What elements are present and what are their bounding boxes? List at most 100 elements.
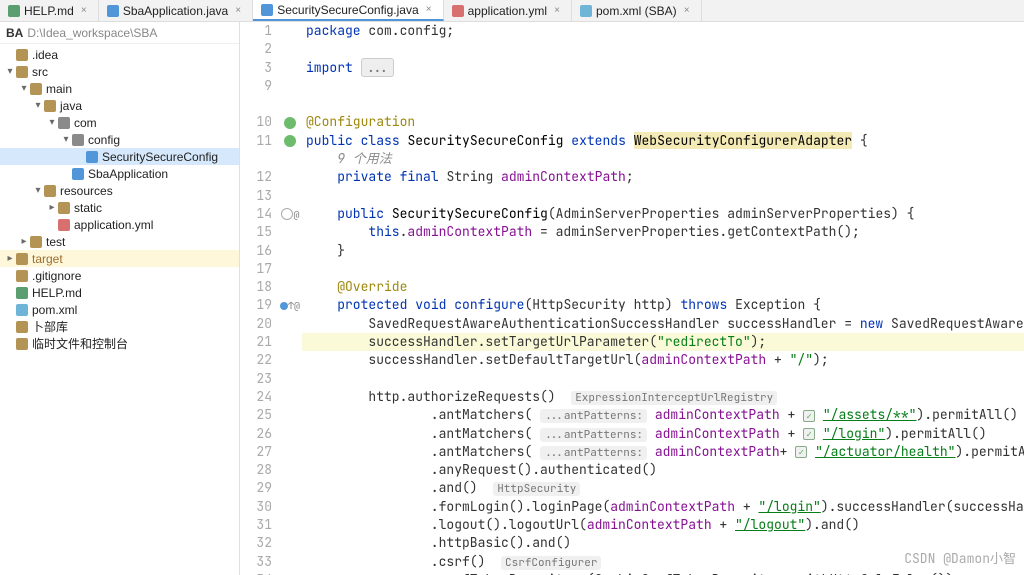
tree-item-label: pom.xml xyxy=(32,303,77,317)
tree-item-label: SecuritySecureConfig xyxy=(102,150,218,164)
tab-pom-xml-sba-[interactable]: pom.xml (SBA)× xyxy=(572,0,702,21)
gutter-icon-slot xyxy=(278,40,302,58)
code-line[interactable] xyxy=(306,187,1024,205)
tree-item--[interactable]: 卜部库 xyxy=(0,318,239,335)
line-number: 18 xyxy=(246,278,272,296)
class-icon xyxy=(86,151,98,163)
gutter-icon-slot xyxy=(278,187,302,205)
tree-item-test[interactable]: ▸test xyxy=(0,233,239,250)
code-line[interactable]: .antMatchers( ...antPatterns: adminConte… xyxy=(306,406,1024,424)
tab-securitysecureconfig-java[interactable]: SecuritySecureConfig.java× xyxy=(253,0,443,21)
expand-icon[interactable]: ▾ xyxy=(46,117,58,128)
expand-icon[interactable]: ▾ xyxy=(32,100,44,111)
code-line[interactable]: private final String adminContextPath; xyxy=(306,168,1024,186)
code-line[interactable]: .httpBasic().and() xyxy=(306,534,1024,552)
expand-icon[interactable]: ▾ xyxy=(60,134,72,145)
expand-icon[interactable]: ▸ xyxy=(4,253,16,264)
close-icon[interactable]: × xyxy=(78,5,90,16)
code-line[interactable] xyxy=(306,77,1024,95)
tab-sbaapplication-java[interactable]: SbaApplication.java× xyxy=(99,0,253,21)
code-line[interactable] xyxy=(306,95,1024,113)
gutter-icon-slot xyxy=(278,77,302,95)
expand-icon[interactable]: ▸ xyxy=(18,236,30,247)
code-line[interactable]: .csrf() CsrfConfigurer xyxy=(306,553,1024,571)
file-icon xyxy=(16,270,28,282)
line-number: 3 xyxy=(246,59,272,77)
code-line[interactable]: successHandler.setTargetUrlParameter("re… xyxy=(306,333,1024,351)
tree-item-config[interactable]: ▾config xyxy=(0,131,239,148)
bean-icon[interactable] xyxy=(284,135,296,147)
tab-help-md[interactable]: HELP.md× xyxy=(0,0,99,21)
code-line[interactable]: package com.config; xyxy=(306,22,1024,40)
code-line[interactable]: @Override xyxy=(306,278,1024,296)
tree-item-com[interactable]: ▾com xyxy=(0,114,239,131)
tree-item-sbaapplication[interactable]: SbaApplication xyxy=(0,165,239,182)
code-line[interactable]: .and() HttpSecurity xyxy=(306,479,1024,497)
code-line[interactable]: .logout().logoutUrl(adminContextPath + "… xyxy=(306,516,1024,534)
code-line[interactable]: .antMatchers( ...antPatterns: adminConte… xyxy=(306,425,1024,443)
line-number: 21 xyxy=(246,333,272,351)
gutter-icon-slot xyxy=(278,95,302,113)
breadcrumb[interactable]: BA D:\Idea_workspace\SBA xyxy=(0,22,239,44)
expand-icon[interactable]: ▸ xyxy=(46,202,58,213)
tree-item-help-md[interactable]: HELP.md xyxy=(0,284,239,301)
tree-item-resources[interactable]: ▾resources xyxy=(0,182,239,199)
code-line[interactable]: this.adminContextPath = adminServerPrope… xyxy=(306,223,1024,241)
code-line[interactable] xyxy=(306,40,1024,58)
expand-icon[interactable]: ▾ xyxy=(32,185,44,196)
code-line[interactable]: .formLogin().loginPage(adminContextPath … xyxy=(306,498,1024,516)
line-number: 20 xyxy=(246,315,272,333)
code-line[interactable]: } xyxy=(306,242,1024,260)
code-line[interactable]: .csrfTokenRepository(CookieCsrfTokenRepo… xyxy=(306,571,1024,575)
code-line[interactable]: .anyRequest().authenticated() xyxy=(306,461,1024,479)
line-number: 28 xyxy=(246,461,272,479)
override-icon[interactable] xyxy=(280,302,288,310)
gutter-icon-slot xyxy=(278,516,302,534)
line-number: 10 xyxy=(246,113,272,131)
tree-item--[interactable]: 临时文件和控制台 xyxy=(0,335,239,352)
close-icon[interactable]: × xyxy=(423,4,435,15)
code-line[interactable]: successHandler.setDefaultTargetUrl(admin… xyxy=(306,351,1024,369)
code-line[interactable]: http.authorizeRequests() ExpressionInter… xyxy=(306,388,1024,406)
package-icon xyxy=(72,134,84,146)
folder-icon xyxy=(16,66,28,78)
code-line[interactable]: SavedRequestAwareAuthenticationSuccessHa… xyxy=(306,315,1024,333)
tree-item-static[interactable]: ▸static xyxy=(0,199,239,216)
tree-item-application-yml[interactable]: application.yml xyxy=(0,216,239,233)
target-icon[interactable] xyxy=(281,208,293,220)
tree-item-java[interactable]: ▾java xyxy=(0,97,239,114)
tree-item-main[interactable]: ▾main xyxy=(0,80,239,97)
code-line[interactable] xyxy=(306,370,1024,388)
tree-item-pom-xml[interactable]: pom.xml xyxy=(0,301,239,318)
yml-icon xyxy=(58,219,70,231)
gutter-icon-slot xyxy=(278,571,302,575)
gutter-icon-slot xyxy=(278,132,302,150)
code-line[interactable]: public SecuritySecureConfig(AdminServerP… xyxy=(306,205,1024,223)
line-number: 13 xyxy=(246,187,272,205)
folder-icon xyxy=(30,236,42,248)
tree-item-target[interactable]: ▸target xyxy=(0,250,239,267)
gutter-icon-slot xyxy=(278,223,302,241)
code-area[interactable]: package com.config; import ... @Configurat… xyxy=(302,22,1024,575)
code-line[interactable]: 9 个用法 xyxy=(306,150,1024,168)
code-line[interactable]: public class SecuritySecureConfig extend… xyxy=(306,132,1024,150)
project-tree: .idea▾src▾main▾java▾com▾config SecuritySe… xyxy=(0,44,239,354)
expand-icon[interactable]: ▾ xyxy=(4,66,16,77)
close-icon[interactable]: × xyxy=(232,5,244,16)
code-line[interactable]: .antMatchers( ...antPatterns: adminConte… xyxy=(306,443,1024,461)
tree-item-label: 临时文件和控制台 xyxy=(32,335,128,352)
tree-item--idea[interactable]: .idea xyxy=(0,46,239,63)
expand-icon[interactable]: ▾ xyxy=(18,83,30,94)
close-icon[interactable]: × xyxy=(551,5,563,16)
code-line[interactable]: @Configuration xyxy=(306,113,1024,131)
file-icon xyxy=(261,4,273,16)
tree-item-securitysecureconfig[interactable]: SecuritySecureConfig xyxy=(0,148,239,165)
close-icon[interactable]: × xyxy=(681,5,693,16)
code-line[interactable] xyxy=(306,260,1024,278)
code-line[interactable]: import ... xyxy=(306,59,1024,77)
tree-item--gitignore[interactable]: .gitignore xyxy=(0,267,239,284)
code-line[interactable]: protected void configure(HttpSecurity ht… xyxy=(306,296,1024,314)
tree-item-src[interactable]: ▾src xyxy=(0,63,239,80)
tab-application-yml[interactable]: application.yml× xyxy=(444,0,572,21)
bean-icon[interactable] xyxy=(284,117,296,129)
